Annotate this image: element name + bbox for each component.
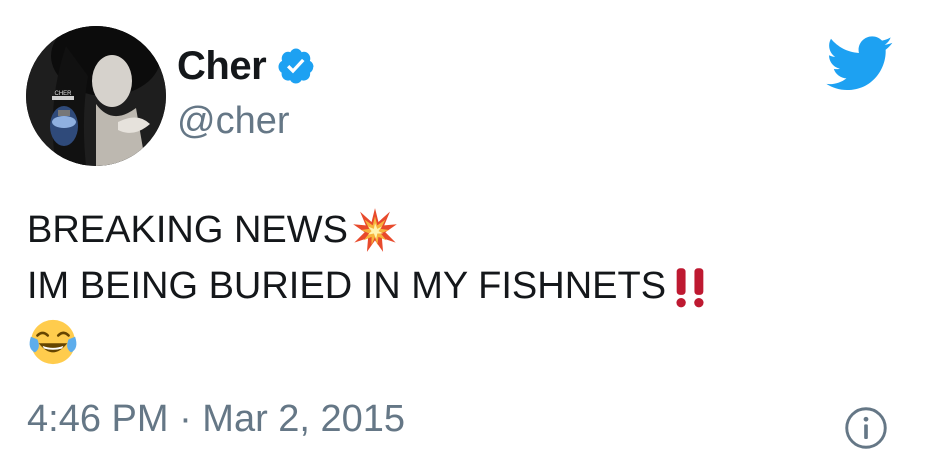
tweet-timestamp[interactable]: 4:46 PM · Mar 2, 2015 xyxy=(27,398,405,441)
user-name[interactable]: Cher xyxy=(177,44,267,89)
svg-text:CHER: CHER xyxy=(54,91,72,97)
tweet-line: IM BEING BURIED IN MY FISHNETS xyxy=(27,258,907,314)
tweet-line xyxy=(27,314,907,370)
avatar-photo: CHER xyxy=(26,26,166,166)
collision-icon xyxy=(353,208,397,252)
tweet-text: BREAKING NEWS IM BEING BURIED IN MY FISH… xyxy=(27,202,907,370)
verified-badge-icon xyxy=(278,48,314,84)
tears-of-joy-icon xyxy=(29,319,77,365)
twitter-bird-icon[interactable] xyxy=(826,36,894,92)
tweet-line-text: BREAKING NEWS xyxy=(27,209,348,251)
avatar[interactable]: CHER xyxy=(26,26,166,166)
info-icon[interactable] xyxy=(844,406,888,450)
tweet-line: BREAKING NEWS xyxy=(27,202,907,258)
user-name-row: Cher xyxy=(177,40,316,92)
tweet-line-text: IM BEING BURIED IN MY FISHNETS xyxy=(27,265,667,307)
double-exclamation-icon xyxy=(676,268,704,308)
user-handle[interactable]: @cher xyxy=(177,100,290,143)
